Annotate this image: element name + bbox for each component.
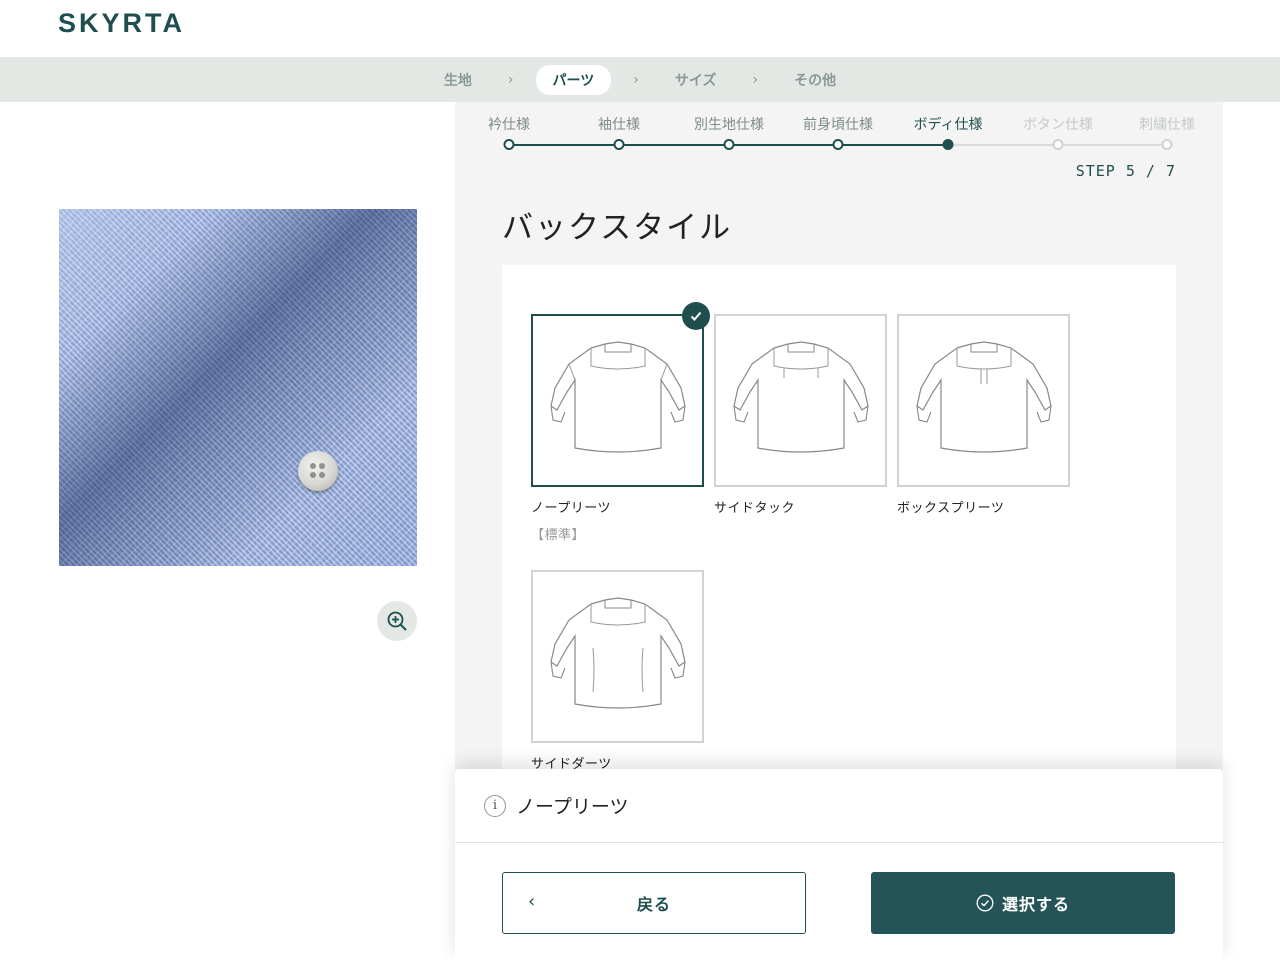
selection-sheet: i ノープリーツ ‹ 戻る 選択する <box>455 769 1223 960</box>
step-button: ボタン仕様 <box>1023 117 1093 133</box>
selected-option-name: ノープリーツ <box>516 796 629 818</box>
step-dot <box>723 139 735 150</box>
back-button[interactable]: ‹ 戻る <box>502 872 806 934</box>
nav-item-other[interactable]: その他 <box>780 66 850 94</box>
step-embroidery: 刺繍仕様 <box>1139 117 1195 133</box>
option-label: サイドタック <box>714 501 796 516</box>
option-thumbnail[interactable] <box>531 302 710 487</box>
option-thumbnail[interactable] <box>897 314 1070 487</box>
shirt-back-box-pleats-icon <box>915 340 1052 453</box>
option-box-pleats[interactable]: ボックスプリーツ <box>897 314 1070 516</box>
step-dot <box>832 139 844 150</box>
zoom-in-icon <box>387 611 407 631</box>
option-thumbnail[interactable] <box>531 570 704 743</box>
step-collar[interactable]: 衿仕様 <box>488 114 530 134</box>
step-dot-current <box>942 139 954 150</box>
option-label: ボックスプリーツ <box>897 501 1005 516</box>
option-side-tuck[interactable]: サイドタック <box>714 314 887 516</box>
step-front-body[interactable]: 前身頃仕様 <box>803 114 873 134</box>
back-button-label: 戻る <box>636 895 671 914</box>
option-grid: ノープリーツ 【標準】 サイドタック ボックスプリーツ サイドダーツ <box>502 265 1176 785</box>
zoom-button[interactable] <box>377 601 417 641</box>
step-progress: 衿仕様 袖仕様 別生地仕様 前身頃仕様 ボディ仕様 ボタン仕様 刺繍仕様 <box>455 102 1223 162</box>
shirt-back-no-pleats-icon <box>549 340 686 453</box>
category-nav: 生地 › パーツ › サイズ › その他 <box>0 57 1280 102</box>
select-button-label: 選択する <box>1001 895 1070 914</box>
check-icon <box>682 302 710 330</box>
nav-item-fabric[interactable]: 生地 <box>430 66 486 94</box>
shirt-back-side-darts-icon <box>549 596 686 709</box>
step-body[interactable]: ボディ仕様 <box>913 114 982 134</box>
step-dot <box>613 139 625 150</box>
fabric-image <box>59 209 417 566</box>
option-label: ノープリーツ <box>531 501 611 516</box>
chevron-left-icon: ‹ <box>528 891 536 912</box>
step-contrast-fabric[interactable]: 別生地仕様 <box>694 114 764 134</box>
chevron-right-icon: › <box>507 71 514 88</box>
chevron-right-icon: › <box>633 71 639 88</box>
step-dot <box>1052 139 1064 150</box>
standard-badge: 【標準】 <box>531 528 586 543</box>
nav-item-size[interactable]: サイズ <box>661 66 731 94</box>
step-dot <box>1161 139 1173 150</box>
step-sleeve[interactable]: 袖仕様 <box>598 114 640 134</box>
option-side-darts[interactable]: サイドダーツ <box>531 570 704 772</box>
info-icon: i <box>484 794 506 817</box>
option-no-pleats[interactable]: ノープリーツ 【標準】 <box>531 302 710 543</box>
logo[interactable]: SKYRTA <box>58 8 185 39</box>
site-header: SKYRTA <box>0 0 1280 57</box>
section-title: バックスタイル <box>502 210 733 246</box>
selection-info[interactable]: i ノープリーツ <box>455 769 1223 843</box>
option-thumbnail[interactable] <box>714 314 887 487</box>
select-button[interactable]: 選択する <box>871 872 1175 934</box>
chevron-right-icon: › <box>752 71 759 88</box>
check-circle-icon <box>976 894 994 912</box>
step-dot <box>503 139 515 150</box>
shirt-button-image <box>298 451 338 491</box>
shirt-back-side-tuck-icon <box>732 340 869 453</box>
step-counter: STEP 5 / 7 <box>1075 162 1176 180</box>
nav-item-parts[interactable]: パーツ <box>535 64 612 95</box>
